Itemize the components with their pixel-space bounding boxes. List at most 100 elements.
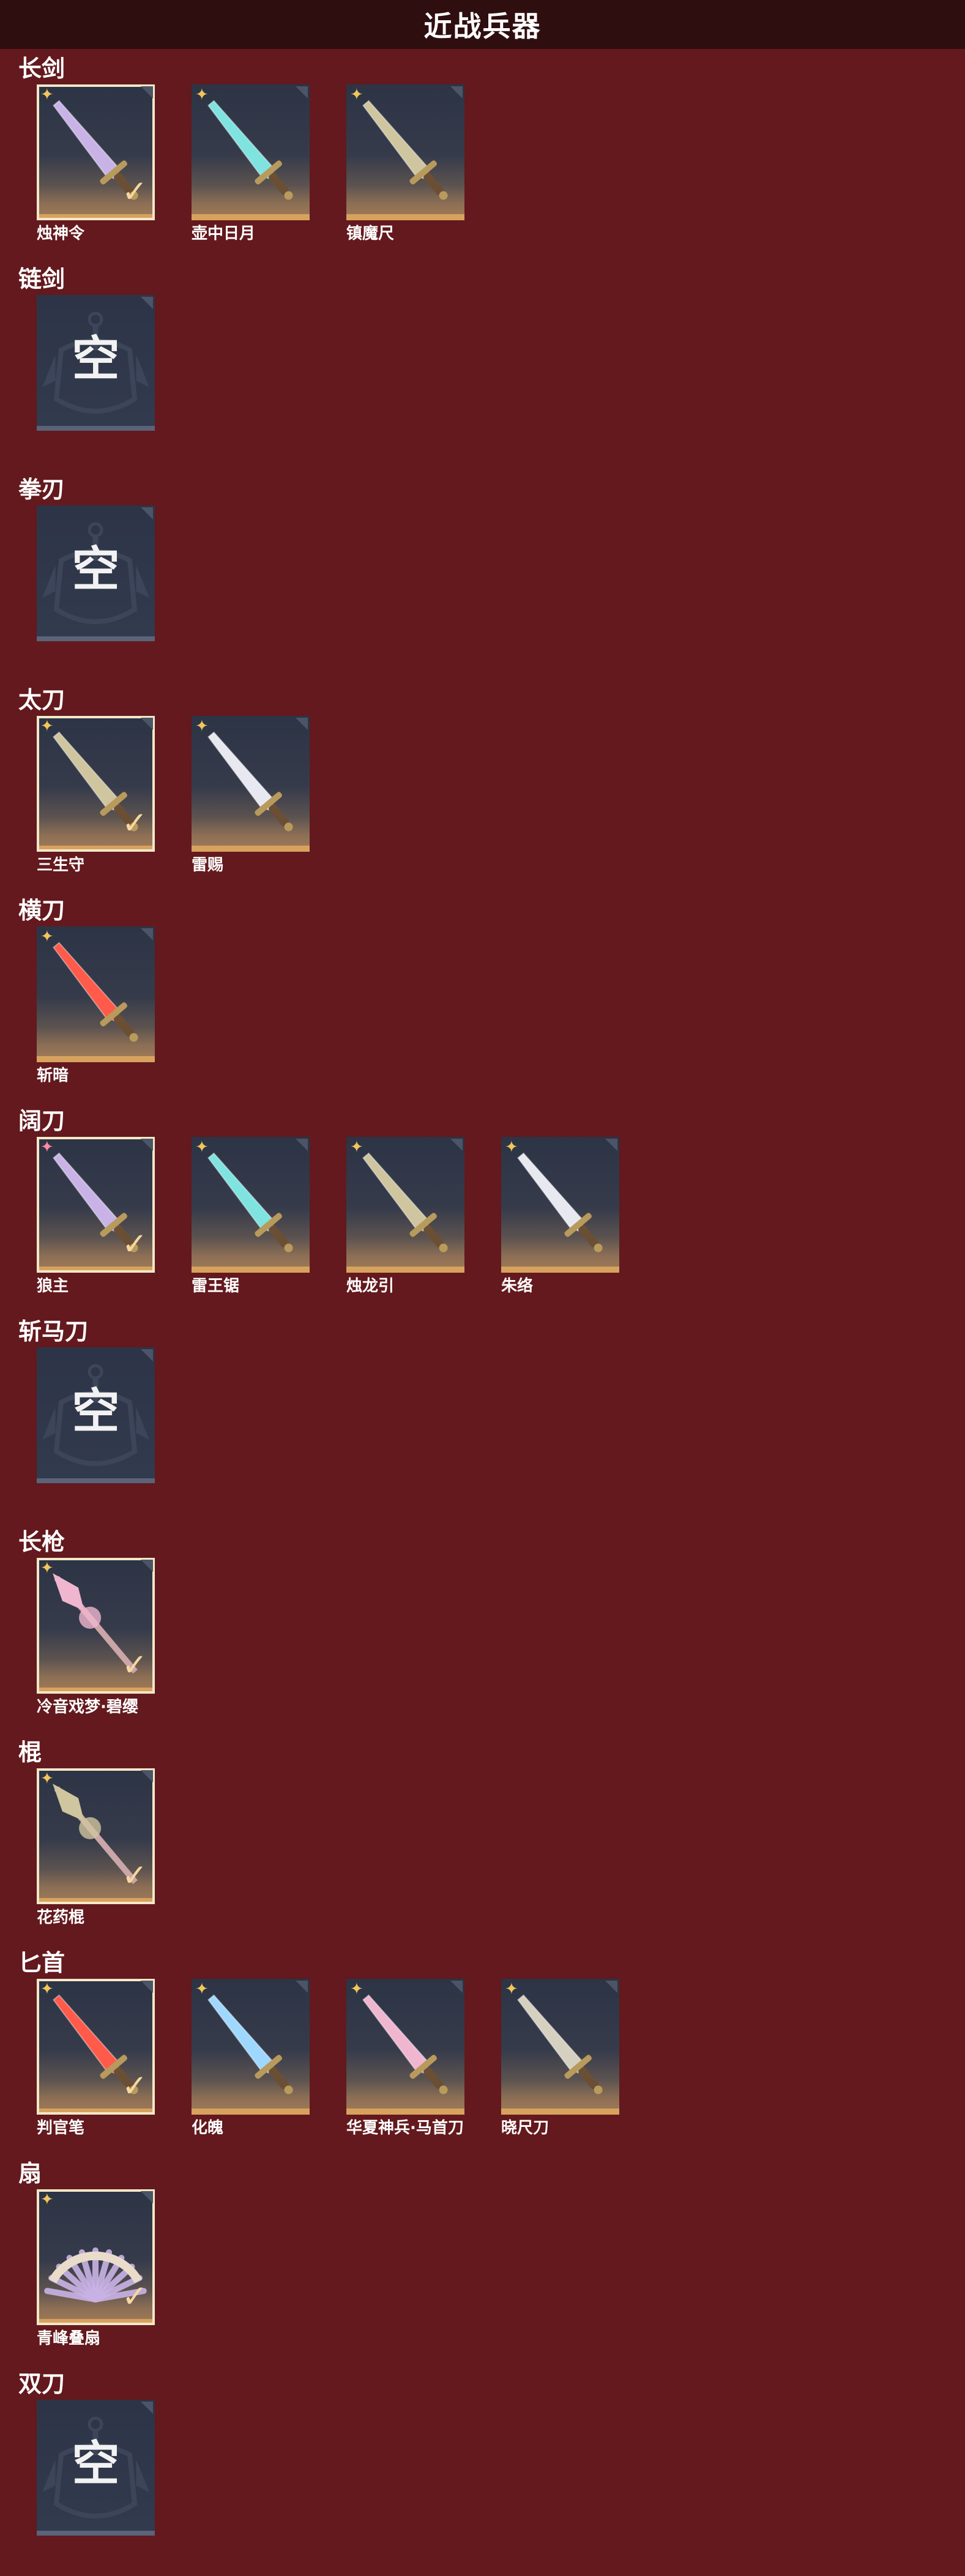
weapon-category: 阔刀 ✦ ✓ 狼主 ✦ 雷王锯 ✦ 烛龙引 ✦ 朱络 — [0, 1103, 965, 1313]
weapon-card-row: ✦ ✓ 冷音戏梦·碧缨 — [37, 1558, 155, 1718]
empty-label: 空 — [72, 542, 120, 597]
weapon-card[interactable]: ✦ 烛龙引 — [346, 1137, 464, 1297]
weapon-tile[interactable]: ✦ — [346, 84, 464, 220]
weapon-tile[interactable]: 空 — [37, 2400, 155, 2536]
weapon-name: 华夏神兵·马首刀 — [346, 2119, 464, 2137]
weapon-card[interactable]: ✦ ✓ 冷音戏梦·碧缨 — [37, 1558, 155, 1718]
equipped-check-icon: ✓ — [122, 174, 147, 209]
weapon-card-row: 空 — [37, 2400, 155, 2536]
weapon-tile[interactable]: ✦ — [192, 84, 310, 220]
empty-weapon-slot[interactable]: 空 — [37, 1347, 155, 1483]
weapon-card-row: ✦ ✓ 三生守 ✦ 雷赐 — [37, 716, 310, 876]
weapon-category: 横刀 ✦ 斩暗 — [0, 892, 965, 1103]
gold-rarity-star-icon: ✦ — [195, 1138, 209, 1156]
empty-label: 空 — [72, 2436, 120, 2492]
gold-rarity-star-icon: ✦ — [40, 1770, 54, 1788]
gold-rarity-star-icon: ✦ — [40, 1559, 54, 1577]
weapon-tile[interactable]: ✦ ✓ — [37, 716, 155, 852]
weapon-name: 烛龙引 — [346, 1277, 395, 1295]
weapon-tile[interactable]: ✦ — [346, 1979, 464, 2115]
weapon-card[interactable]: ✦ 华夏神兵·马首刀 — [346, 1979, 464, 2139]
weapon-category: 太刀 ✦ ✓ 三生守 ✦ 雷赐 — [0, 682, 965, 892]
weapon-category: 匕首 ✦ ✓ 判官笔 ✦ 化魄 ✦ 华夏神兵·马首刀 ✦ 晓尺刀 — [0, 1945, 965, 2155]
greatsword-icon — [207, 1152, 293, 1253]
weapon-tile[interactable]: ✦ ✓ — [37, 1768, 155, 1904]
category-title: 棍 — [18, 1739, 42, 1766]
weapon-category: 长枪 ✦ ✓ 冷音戏梦·碧缨 — [0, 1524, 965, 1734]
weapon-card[interactable]: ✦ 雷王锯 — [192, 1137, 310, 1297]
weapon-card[interactable]: ✦ ✓ 判官笔 — [37, 1979, 155, 2139]
weapon-category: 斩马刀 空 — [0, 1313, 965, 1524]
weapon-card[interactable]: ✦ 斩暗 — [37, 926, 155, 1086]
category-title: 横刀 — [18, 897, 65, 924]
weapon-card-row: ✦ ✓ 花药棍 — [37, 1768, 155, 1928]
category-title: 链剑 — [18, 266, 65, 292]
weapon-tile[interactable]: ✦ — [501, 1137, 619, 1273]
page-title: 近战兵器 — [423, 10, 542, 43]
weapon-card[interactable]: ✦ ✓ 狼主 — [37, 1137, 155, 1297]
saber-icon — [53, 942, 138, 1042]
weapon-name: 壶中日月 — [192, 225, 256, 243]
weapon-tile[interactable]: ✦ — [192, 1979, 310, 2115]
weapon-card[interactable]: ✦ 雷赐 — [192, 716, 310, 876]
gold-rarity-star-icon: ✦ — [505, 1138, 518, 1156]
weapon-card-row: ✦ ✓ 青峰叠扇 — [37, 2189, 155, 2349]
gold-rarity-star-icon: ✦ — [40, 717, 54, 735]
weapon-tile[interactable]: 空 — [37, 505, 155, 641]
weapon-name: 朱络 — [501, 1277, 534, 1295]
weapon-name: 判官笔 — [37, 2119, 85, 2137]
weapon-card[interactable]: ✦ ✓ 花药棍 — [37, 1768, 155, 1928]
category-title: 阔刀 — [18, 1107, 65, 1134]
weapon-category: 棍 ✦ ✓ 花药棍 — [0, 1734, 965, 1945]
weapon-tile[interactable]: ✦ ✓ — [37, 1137, 155, 1273]
weapon-tile[interactable]: ✦ — [192, 716, 310, 852]
category-title: 匕首 — [18, 1949, 65, 1976]
weapon-tile[interactable]: ✦ — [346, 1137, 464, 1273]
weapon-tile[interactable]: ✦ — [37, 926, 155, 1062]
weapon-category: 拳刃 空 — [0, 471, 965, 682]
category-title: 拳刃 — [18, 476, 65, 503]
equipped-check-icon: ✓ — [122, 2068, 147, 2104]
red-rarity-star-icon: ✦ — [40, 1138, 54, 1156]
weapon-tile[interactable]: ✦ ✓ — [37, 2189, 155, 2325]
weapon-name: 雷赐 — [192, 856, 224, 874]
empty-label: 空 — [72, 332, 120, 387]
weapon-tile[interactable]: ✦ ✓ — [37, 1979, 155, 2115]
weapon-card-row: 空 — [37, 505, 155, 641]
gold-rarity-star-icon: ✦ — [195, 86, 209, 104]
weapon-card[interactable]: ✦ 化魄 — [192, 1979, 310, 2139]
gold-rarity-star-icon: ✦ — [40, 86, 54, 104]
weapon-name: 三生守 — [37, 856, 85, 874]
weapon-card[interactable]: ✦ 壶中日月 — [192, 84, 310, 244]
weapon-tile[interactable]: ✦ — [501, 1979, 619, 2115]
gold-rarity-star-icon: ✦ — [40, 928, 54, 946]
weapon-tile[interactable]: ✦ — [192, 1137, 310, 1273]
weapon-name: 化魄 — [192, 2119, 224, 2137]
weapon-tile[interactable]: 空 — [37, 1347, 155, 1483]
gold-rarity-star-icon: ✦ — [40, 2191, 54, 2209]
weapon-card[interactable]: ✦ 朱络 — [501, 1137, 619, 1297]
gold-rarity-star-icon: ✦ — [195, 717, 209, 735]
empty-weapon-slot[interactable]: 空 — [37, 295, 155, 431]
weapon-name: 青峰叠扇 — [37, 2329, 101, 2348]
weapon-card[interactable]: ✦ ✓ 青峰叠扇 — [37, 2189, 155, 2349]
empty-weapon-slot[interactable]: 空 — [37, 505, 155, 641]
weapon-tile[interactable]: 空 — [37, 295, 155, 431]
katana-icon — [207, 731, 293, 832]
category-title: 扇 — [18, 2160, 42, 2187]
weapon-tile[interactable]: ✦ ✓ — [37, 1558, 155, 1694]
category-title: 长剑 — [18, 55, 65, 82]
weapon-name: 晓尺刀 — [501, 2119, 550, 2137]
page-header: 近战兵器 — [0, 0, 965, 49]
weapon-name: 烛神令 — [37, 225, 85, 243]
category-title: 太刀 — [18, 687, 65, 713]
weapon-card[interactable]: ✦ ✓ 三生守 — [37, 716, 155, 876]
weapon-card[interactable]: ✦ 晓尺刀 — [501, 1979, 619, 2139]
gold-rarity-star-icon: ✦ — [350, 1138, 363, 1156]
sword-icon — [362, 100, 448, 200]
empty-weapon-slot[interactable]: 空 — [37, 2400, 155, 2536]
weapon-card[interactable]: ✦ 镇魔尺 — [346, 84, 464, 244]
equipped-check-icon: ✓ — [122, 1647, 147, 1683]
weapon-card[interactable]: ✦ ✓ 烛神令 — [37, 84, 155, 244]
weapon-tile[interactable]: ✦ ✓ — [37, 84, 155, 220]
